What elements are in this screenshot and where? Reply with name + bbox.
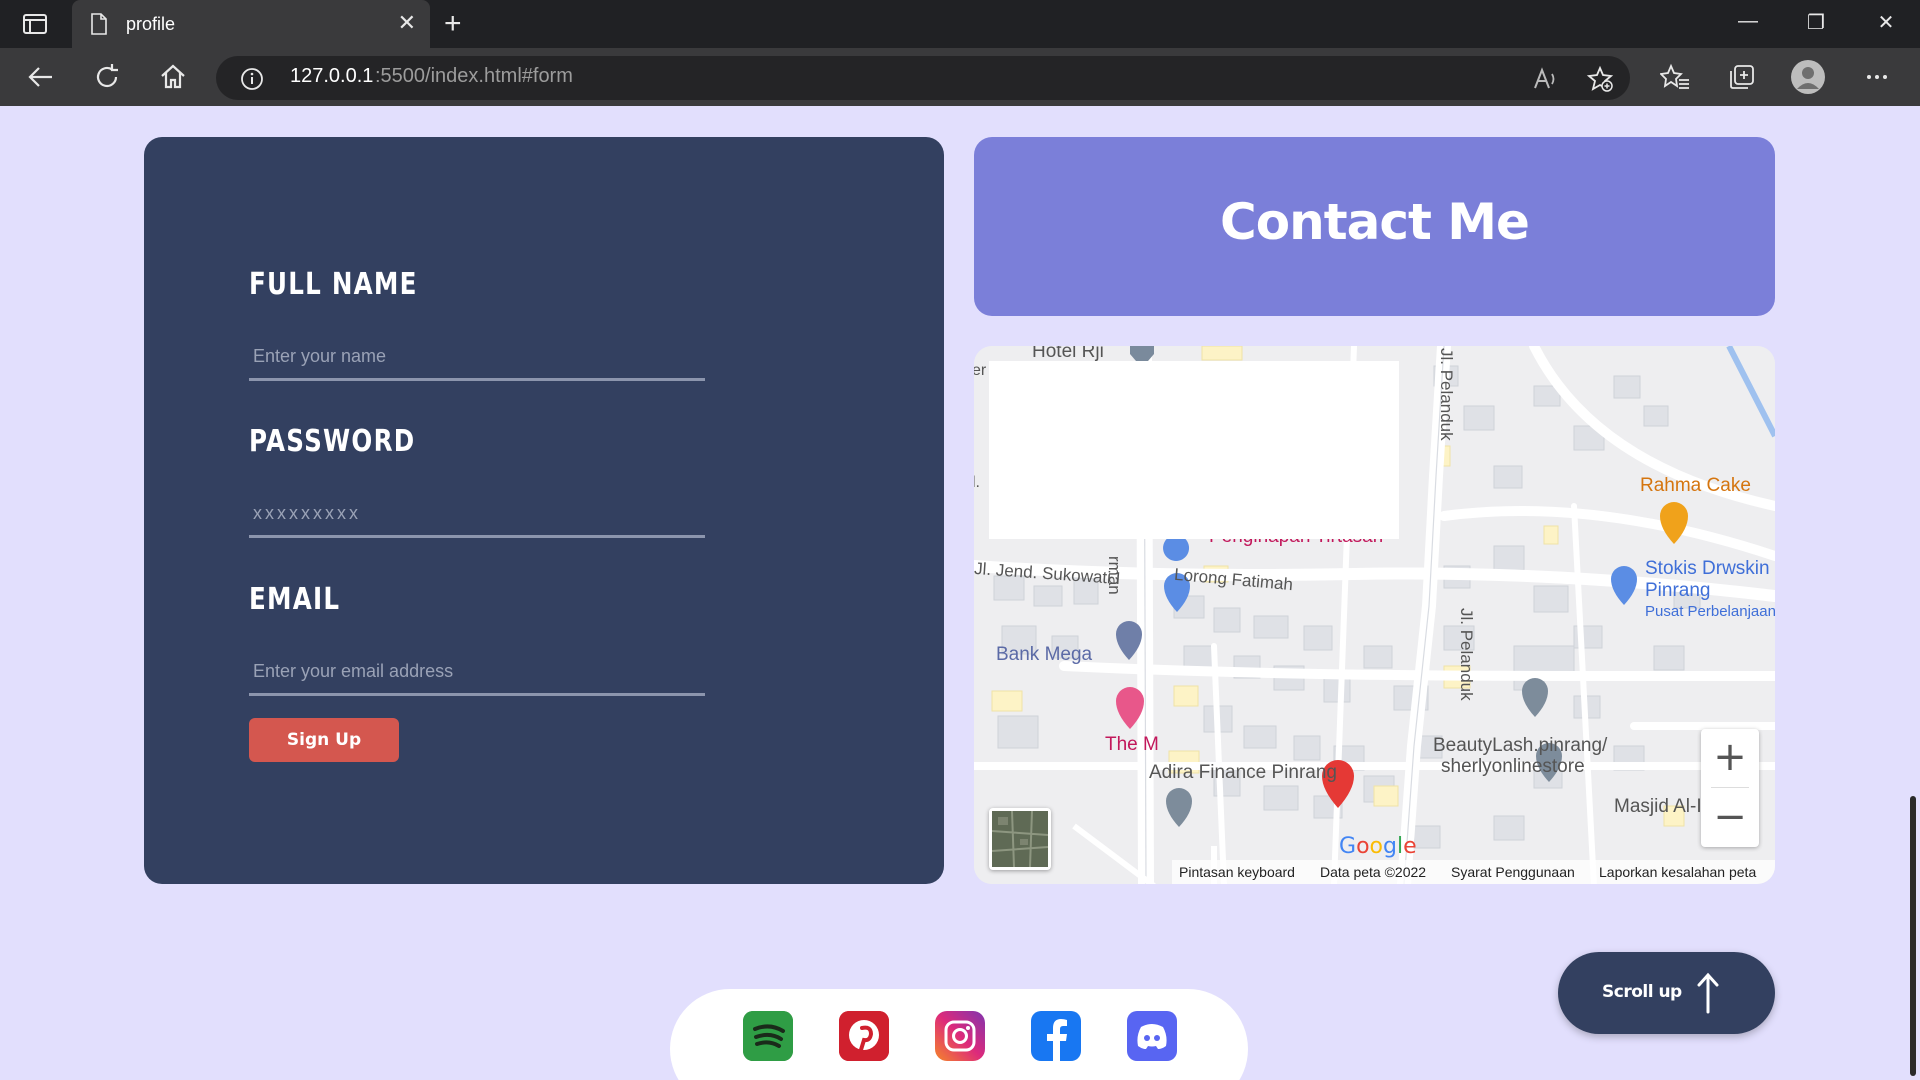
map-label-the-m: The M [1105,734,1159,755]
password-label: PASSWORD [249,424,416,459]
map-data-text: Data peta ©2022 [1320,864,1427,880]
more-menu-icon[interactable] [1862,62,1892,92]
scroll-up-label: Scroll up [1602,982,1682,1002]
map-label-stokis-1: Stokis Drwskin [1645,558,1770,579]
facebook-icon[interactable] [1031,1011,1081,1061]
embedded-map[interactable]: Hotel Rji er l. Penginapan Tirtasari Jl.… [974,346,1775,884]
terms-link[interactable]: Syarat Penggunaan [1451,864,1575,880]
scroll-up-button[interactable]: Scroll up [1558,952,1775,1034]
page-scrollbar[interactable] [1904,106,1920,1080]
map-zoom-controls: + − [1701,729,1759,847]
spotify-icon[interactable] [743,1011,793,1061]
page-content: FULL NAME PASSWORD EMAIL Sign Up Contact… [0,106,1904,1080]
site-info-icon[interactable] [240,67,264,91]
new-tab-icon[interactable]: + [444,9,462,39]
map-label-stokis-2: Pinrang [1645,580,1711,601]
map-label-road-l: l. [974,474,980,491]
map-label-beautylash-2: sherlyonlinestore [1441,756,1585,777]
zoom-divider [1711,787,1749,788]
zoom-out-button[interactable]: − [1701,789,1759,847]
read-aloud-icon[interactable] [1532,66,1558,92]
map-label-adira: Adira Finance Pinrang [1149,762,1337,783]
page-icon [91,13,107,35]
close-tab-icon[interactable]: ✕ [398,12,416,34]
contact-header-card: Contact Me [974,137,1775,316]
browser-tab[interactable]: profile ✕ [72,0,430,48]
instagram-icon[interactable] [935,1011,985,1061]
map-overlay-panel [989,361,1399,539]
discord-icon[interactable] [1127,1011,1177,1061]
map-label-road-left: er [974,362,987,379]
restore-icon[interactable]: ❐ [1796,10,1836,35]
browser-tab-bar: profile ✕ + — ❐ ✕ [0,0,1920,48]
arrow-up-icon [1697,972,1719,1014]
url-path-text: :5500/index.html#form [375,65,573,87]
email-input[interactable] [249,650,705,696]
full-name-input[interactable] [249,335,705,381]
social-links-bar [670,989,1248,1080]
satellite-thumbnail-icon [991,810,1049,868]
map-label-rman: rman [1105,556,1124,595]
pinterest-icon[interactable] [839,1011,889,1061]
google-logo: Google [1339,834,1417,859]
keyboard-shortcuts-link[interactable]: Pintasan keyboard [1179,864,1295,880]
report-error-link[interactable]: Laporkan kesalahan peta [1599,864,1756,880]
tab-title: profile [126,14,176,34]
browser-address-bar: 127.0.0.1 :5500/index.html#form [0,48,1920,106]
password-input[interactable] [249,492,705,538]
home-icon[interactable] [158,62,188,92]
tab-actions-icon[interactable] [20,12,50,36]
contact-title: Contact Me [1220,193,1530,251]
window-close-icon[interactable]: ✕ [1866,10,1906,35]
minimize-icon[interactable]: — [1728,10,1768,33]
map-label-stokis-3: Pusat Perbelanjaan [1645,603,1775,620]
map-label-pelanduk-mid: Jl. Pelanduk [1457,608,1476,701]
full-name-label: FULL NAME [249,267,418,302]
map-label-rahma-cake: Rahma Cake [1640,475,1751,496]
url-host-text: 127.0.0.1 [290,65,374,87]
collections-icon[interactable] [1726,62,1756,92]
zoom-in-button[interactable]: + [1701,729,1759,787]
signup-form: FULL NAME PASSWORD EMAIL Sign Up [144,137,944,884]
map-label-bank-mega: Bank Mega [996,644,1093,665]
scrollbar-thumb[interactable] [1910,796,1916,1076]
email-label: EMAIL [249,582,341,617]
map-label-pelanduk-top: Jl. Pelanduk [1437,348,1456,441]
map-label-beautylash-1: BeautyLash.pinrang/ [1433,735,1608,756]
add-favorite-icon[interactable] [1586,65,1614,93]
signup-button[interactable]: Sign Up [249,718,399,762]
back-icon[interactable] [26,62,56,92]
profile-avatar-icon[interactable] [1790,59,1826,95]
refresh-icon[interactable] [92,62,122,92]
map-attribution-bar: Pintasan keyboard Data peta ©2022 Syarat… [974,860,1775,884]
favorites-icon[interactable] [1660,62,1690,92]
